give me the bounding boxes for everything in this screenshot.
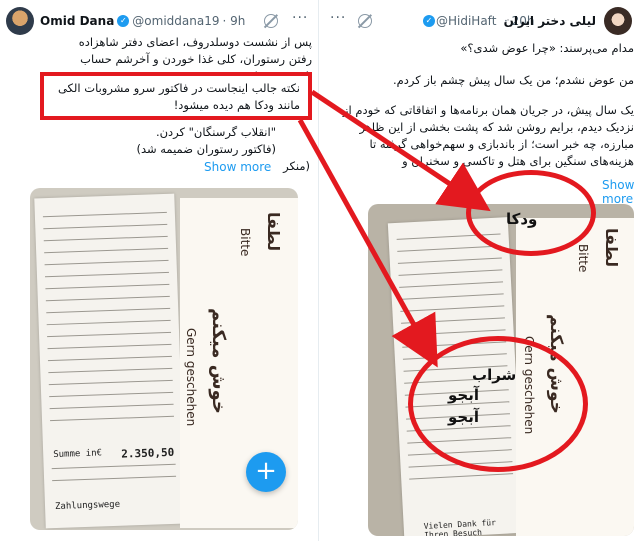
receipt-total: 2.350,50 xyxy=(121,445,175,461)
label-beer: آبجو xyxy=(448,408,479,426)
tweet-omid-dana[interactable]: Omid Dana ✓ @omiddana19 · 9h ··· پس از ن… xyxy=(0,0,318,541)
label-vodka: ودکا xyxy=(506,210,538,228)
receipt-total-label: Summe in€ xyxy=(53,448,103,461)
tweet-line: مدام می‌پرسند: «چرا عوض شدی؟» xyxy=(460,41,634,55)
tweet-line: "انقلاب گرسنگان" کردن. xyxy=(155,125,276,139)
menu-text: لطفا xyxy=(602,228,621,268)
tweet-divider xyxy=(318,0,319,541)
tweet-header: ··· · 20h @HidiHaft ✓ لیلی دختر ایران xyxy=(328,6,634,36)
grok-icon[interactable] xyxy=(264,14,278,28)
compose-button[interactable]: + xyxy=(246,452,286,492)
tweet-line: (فاکتور رستوران ضمیمه شد) xyxy=(136,142,276,156)
author-handle[interactable]: @HidiHaft xyxy=(436,14,496,28)
show-more-link[interactable]: Show more xyxy=(204,160,271,174)
receipt-payment: Zahlungswege xyxy=(54,499,121,513)
menu-text: Bitte xyxy=(238,228,252,257)
menu-text: Bitte xyxy=(576,244,590,273)
menu-text: خوش میکنم xyxy=(208,308,229,414)
avatar[interactable] xyxy=(604,7,632,35)
more-options-icon[interactable]: ··· xyxy=(330,10,346,26)
label-beer: آبجو xyxy=(448,386,479,404)
menu-text: لطفا xyxy=(264,212,283,252)
receipt: Summe in€ 2.350,50 Zahlungswege xyxy=(34,193,186,529)
tweet-header: Omid Dana ✓ @omiddana19 · 9h ··· xyxy=(6,6,312,36)
drinks-highlight-circle xyxy=(408,336,588,472)
show-more-link[interactable]: Show more xyxy=(602,178,640,206)
author-name[interactable]: Omid Dana xyxy=(40,14,114,28)
verified-badge-icon: ✓ xyxy=(117,15,130,27)
menu-text: Gern geschehen xyxy=(184,328,198,427)
highlighted-text-box: نکته جالب اینجاست در فاکتور سرو مشروبات … xyxy=(40,72,312,120)
author-name[interactable]: لیلی دختر ایران xyxy=(504,14,596,28)
tweet-text-continued: "انقلاب گرسنگان" کردن. (فاکتور رستوران ض… xyxy=(52,124,276,158)
receipt-footer: Vielen Dank für Ihren Besuch xyxy=(423,518,497,536)
author-handle[interactable]: @omiddana19 xyxy=(132,14,219,28)
tweet-line: من عوض نشدم؛ من یک سال پیش چشم باز کردم. xyxy=(392,73,634,87)
tweet-line: یک سال پیش، در جریان همان برنامه‌ها و ات… xyxy=(342,103,634,168)
more-options-icon[interactable]: ··· xyxy=(292,10,308,26)
avatar[interactable] xyxy=(6,7,34,35)
grok-icon[interactable] xyxy=(358,14,372,28)
label-wine: شراب xyxy=(472,366,517,384)
verified-badge-icon: ✓ xyxy=(423,15,435,27)
timestamp[interactable]: · 9h xyxy=(222,14,245,28)
